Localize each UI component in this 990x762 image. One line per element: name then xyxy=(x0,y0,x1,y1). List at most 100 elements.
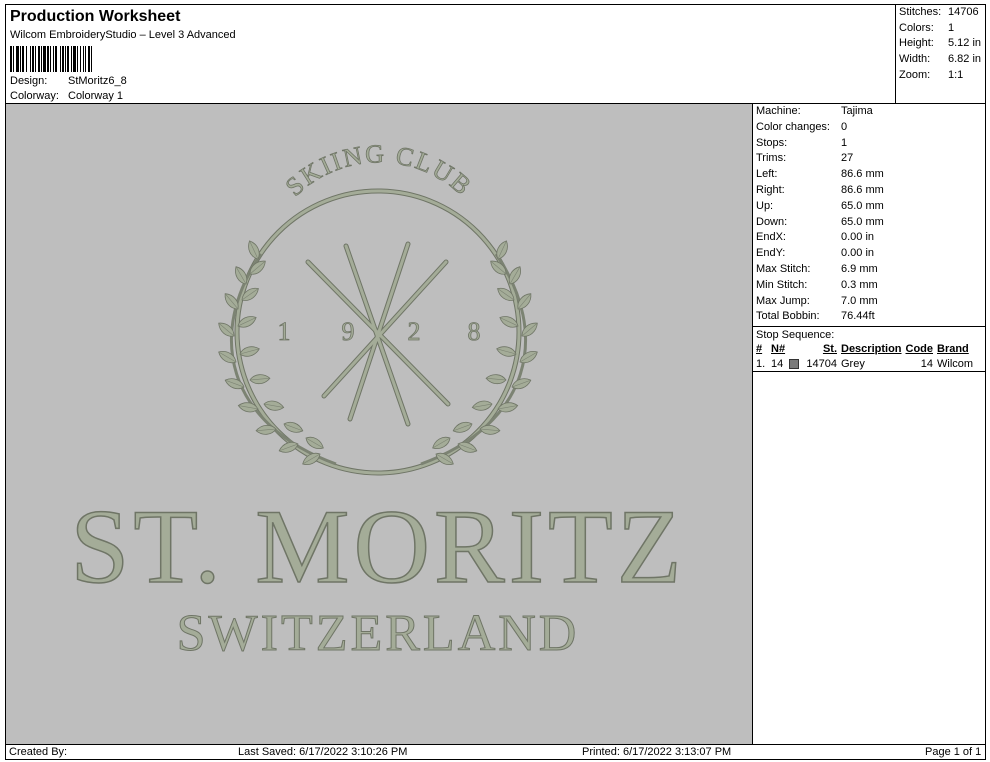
year-digit: 2 xyxy=(408,317,421,346)
info-value: 0.00 in xyxy=(841,231,875,244)
printed-date: Printed: 6/17/2022 3:13:07 PM xyxy=(582,746,732,758)
info-row: Left: 86.6 mm xyxy=(753,167,985,183)
stat-row: Colors: 1 xyxy=(896,21,985,37)
info-value: 86.6 mm xyxy=(841,183,884,196)
stat-label: Height: xyxy=(899,37,934,50)
stat-label: Width: xyxy=(899,53,931,66)
info-row: Stops: 1 xyxy=(753,136,985,152)
stat-row: Width: 6.82 in xyxy=(896,52,985,68)
info-value: 76.44ft xyxy=(841,310,875,323)
info-label: EndY: xyxy=(756,247,786,260)
info-label: Max Jump: xyxy=(756,294,810,307)
row-brand: Wilcom xyxy=(937,358,974,371)
info-value: 7.0 mm xyxy=(841,294,878,307)
info-value: 86.6 mm xyxy=(841,168,884,181)
info-row: EndX: 0.00 in xyxy=(753,230,985,246)
info-row: Min Stitch: 0.3 mm xyxy=(753,278,985,294)
software-name: Wilcom EmbroideryStudio – Level 3 Advanc… xyxy=(10,29,236,41)
info-label: Machine: xyxy=(756,105,801,117)
year-digit: 9 xyxy=(342,317,355,346)
info-row: Down: 65.0 mm xyxy=(753,215,985,231)
info-label: Left: xyxy=(756,168,778,181)
year-digit: 1 xyxy=(278,317,291,346)
info-value: 0.00 in xyxy=(841,247,875,260)
info-row: Machine: Tajima xyxy=(753,104,985,120)
info-label: Min Stitch: xyxy=(756,278,808,291)
row-num: 1. xyxy=(756,358,766,371)
stat-row: Height: 5.12 in xyxy=(896,36,985,52)
year-digit: 8 xyxy=(468,317,481,346)
info-label: EndX: xyxy=(756,231,786,244)
col-code: Code xyxy=(905,343,934,356)
stop-sequence-title: Stop Sequence: xyxy=(753,326,985,342)
info-row: Trims: 27 xyxy=(753,151,985,167)
col-description: Description xyxy=(841,343,902,356)
design-label: Design: xyxy=(10,75,48,87)
info-row: Up: 65.0 mm xyxy=(753,199,985,215)
main-design-text: ST. MORITZ xyxy=(70,488,685,605)
info-value: Tajima xyxy=(841,105,873,117)
page-title: Production Worksheet xyxy=(10,8,181,25)
table-row[interactable]: 1. 14 14704 Grey 14 Wilcom xyxy=(753,357,985,373)
info-value: 27 xyxy=(841,152,854,165)
row-stitches: 14704 xyxy=(806,358,837,371)
info-label: Trims: xyxy=(756,152,787,165)
color-swatch-box xyxy=(789,359,799,370)
info-row: Total Bobbin: 76.44ft xyxy=(753,309,985,325)
stat-row: Stitches: 14706 xyxy=(896,5,985,21)
col-stitches: St. xyxy=(822,343,837,356)
col-brand: Brand xyxy=(937,343,969,356)
info-row: EndY: 0.00 in xyxy=(753,246,985,262)
colorway-row: Colorway: Colorway 1 xyxy=(10,90,123,102)
stat-value: 5.12 in xyxy=(948,37,982,50)
info-value: 65.0 mm xyxy=(841,215,884,228)
info-label: Right: xyxy=(756,183,785,196)
barcode xyxy=(10,46,175,72)
stop-sequence-header: # N# St. Description Code Brand xyxy=(753,342,985,357)
info-label: Max Stitch: xyxy=(756,262,811,275)
stat-value: 6.82 in xyxy=(948,53,982,66)
col-swatch xyxy=(789,342,803,357)
info-value: 65.0 mm xyxy=(841,199,884,212)
stat-row: Zoom: 1:1 xyxy=(896,68,985,84)
ski-poles-fill xyxy=(306,242,450,426)
design-row: Design: StMoritz6_8 xyxy=(10,75,127,87)
sub-design-text: SWITZERLAND xyxy=(177,605,580,662)
stat-value: 1:1 xyxy=(948,68,964,81)
design-stats: Stitches: 14706 Colors: 1 Height: 5.12 in W… xyxy=(895,4,986,104)
info-label: Stops: xyxy=(756,136,788,149)
info-row: Color changes: 0 xyxy=(753,120,985,136)
footer: Created By: Last Saved: 6/17/2022 3:10:2… xyxy=(5,744,986,760)
barcode-bar xyxy=(92,46,95,72)
info-label: Total Bobbin: xyxy=(756,310,820,323)
info-value: 6.9 mm xyxy=(841,262,878,275)
stat-label: Stitches: xyxy=(899,6,942,18)
row-description: Grey xyxy=(841,358,865,371)
worksheet-header: Production Worksheet Wilcom EmbroiderySt… xyxy=(5,4,896,104)
info-value: 1 xyxy=(841,136,848,149)
info-row: Right: 86.6 mm xyxy=(753,183,985,199)
info-label: Color changes: xyxy=(756,120,830,133)
info-label: Up: xyxy=(756,199,774,212)
stat-label: Zoom: xyxy=(899,68,931,81)
design-value: StMoritz6_8 xyxy=(68,75,127,87)
row-code: 14 xyxy=(920,358,933,371)
design-preview[interactable]: SKIING CLUB 1 9 2 8 ST. MORITZ SWITZERLA… xyxy=(5,103,753,745)
col-needle: N# xyxy=(771,343,786,356)
page-number: Page 1 of 1 xyxy=(925,746,982,758)
last-saved: Last Saved: 6/17/2022 3:10:26 PM xyxy=(238,746,408,758)
info-label: Down: xyxy=(756,215,788,228)
machine-info-panel: Machine: Tajima Color changes: 0 Stops: 1 T… xyxy=(752,103,986,745)
created-by: Created By: xyxy=(9,746,68,758)
stat-label: Colors: xyxy=(899,21,934,34)
info-row: Max Stitch: 6.9 mm xyxy=(753,262,985,278)
col-num: # xyxy=(756,343,763,356)
color-swatch xyxy=(789,357,803,371)
stat-value: 14706 xyxy=(948,6,979,18)
colorway-value: Colorway 1 xyxy=(68,90,124,102)
stat-value: 1 xyxy=(948,21,955,34)
row-needle: 14 xyxy=(771,358,784,371)
colorway-label: Colorway: xyxy=(10,90,59,102)
embroidery-design: SKIING CLUB 1 9 2 8 ST. MORITZ SWITZERLA… xyxy=(70,139,685,663)
info-value: 0.3 mm xyxy=(841,278,878,291)
